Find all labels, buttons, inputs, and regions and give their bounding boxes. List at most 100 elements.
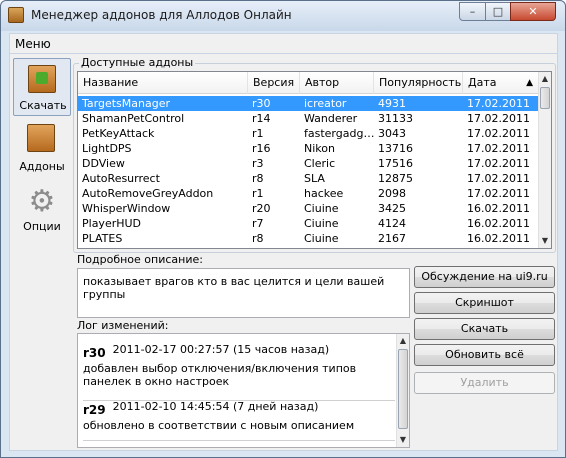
cell-name: TargetsManager <box>82 97 170 110</box>
cell-author: SLA <box>304 172 325 185</box>
cell-version: r14 <box>252 112 271 125</box>
cell-author: Ciuine <box>304 202 339 215</box>
nav-addons[interactable]: Аддоны <box>13 118 71 176</box>
cell-author: Wanderer <box>304 112 358 125</box>
cell-name: WhisperWindow <box>82 202 171 215</box>
table-body: TargetsManager r30 icreator 4931 17.02.2011 S… <box>78 94 539 248</box>
cell-popularity: 2167 <box>378 232 406 245</box>
changelog-text: добавлен выбор отключения/включения типо… <box>83 362 357 388</box>
cell-date: 16.02.2011 <box>467 202 530 215</box>
update-all-button[interactable]: Обновить всё <box>414 344 555 366</box>
delete-button[interactable]: Удалить <box>414 372 555 394</box>
column-header-popularity[interactable]: Популярность <box>374 72 463 94</box>
cell-name: AutoResurrect <box>82 172 160 185</box>
maximize-button[interactable]: □ <box>485 2 511 21</box>
scroll-thumb[interactable] <box>540 87 550 109</box>
changelog-text: обновлено в соответствии с новым описани… <box>83 419 355 432</box>
cell-version: r20 <box>252 202 271 215</box>
cell-version: r8 <box>252 172 264 185</box>
description-text-box[interactable]: показывает врагов кто в вас целится и це… <box>77 268 410 318</box>
close-button[interactable]: ✕ <box>510 2 556 21</box>
nav-options[interactable]: ⚙ Опции <box>13 180 71 238</box>
table-row[interactable]: PetKeyAttack r1 fastergadg… 3043 17.02.2011 <box>78 126 539 141</box>
changelog-entry: r29 2011-02-10 14:45:54 (7 дней назад) о… <box>83 400 395 432</box>
table-row[interactable]: WhisperWindow r20 Ciuine 3425 16.02.2011 <box>78 201 539 216</box>
cell-popularity: 31133 <box>378 112 413 125</box>
scroll-up-icon[interactable]: ▲ <box>539 72 551 86</box>
cell-author: Ciuine <box>304 232 339 245</box>
cell-version: r8 <box>252 232 264 245</box>
scroll-thumb[interactable] <box>398 349 408 429</box>
gear-icon: ⚙ <box>28 184 56 219</box>
table-scrollbar[interactable]: ▲ ▼ <box>538 72 551 248</box>
cell-name: AutoRemoveGreyAddon <box>82 187 214 200</box>
column-header-version[interactable]: Версия <box>248 72 300 94</box>
cell-date: 17.02.2011 <box>467 157 530 170</box>
main-window: Менеджер аддонов для Аллодов Онлайн – □ … <box>0 0 566 458</box>
cell-name: PetKeyAttack <box>82 127 155 140</box>
cell-author: hackee <box>304 187 344 200</box>
cell-name: DDView <box>82 157 125 170</box>
nav-download-label: Скачать <box>19 99 67 112</box>
table-row[interactable]: PLATES r8 Ciuine 2167 16.02.2011 <box>78 231 539 246</box>
nav-download[interactable]: Скачать <box>13 58 71 116</box>
cell-date: 17.02.2011 <box>467 142 530 155</box>
cell-name: PLATES <box>82 232 123 245</box>
nav-options-label: Опции <box>23 220 61 233</box>
available-addons-title: Доступные аддоны <box>79 56 196 69</box>
cell-version: r1 <box>252 187 264 200</box>
scroll-down-icon[interactable]: ▼ <box>397 433 409 447</box>
screenshot-button[interactable]: Скриншот <box>414 292 555 314</box>
column-header-date-label: Дата <box>468 76 497 89</box>
minimize-button[interactable]: – <box>459 2 486 21</box>
nav-addons-label: Аддоны <box>19 160 65 173</box>
changelog-title: Лог изменений: <box>75 319 171 332</box>
table-row[interactable]: ShamanPetControl r14 Wanderer 31133 17.02.20… <box>78 111 539 126</box>
menu-bar: Меню <box>9 33 558 53</box>
cell-name: PlayerHUD <box>82 217 142 230</box>
cell-version: r30 <box>252 97 271 110</box>
table-row[interactable]: DDView r3 Cleric 17516 17.02.2011 <box>78 156 539 171</box>
table-row[interactable]: AutoResurrect r8 SLA 12875 17.02.2011 <box>78 171 539 186</box>
cell-date: 17.02.2011 <box>467 172 530 185</box>
window-title: Менеджер аддонов для Аллодов Онлайн <box>31 8 292 22</box>
cell-version: r16 <box>252 142 271 155</box>
changelog-version: r30 <box>83 346 106 360</box>
changelog-scrollbar[interactable]: ▲ ▼ <box>396 334 409 447</box>
changelog-date: 2011-02-17 00:27:57 (15 часов назад) <box>112 343 330 356</box>
addons-table[interactable]: Название Версия Автор Популярность Дата … <box>77 71 552 249</box>
title-bar[interactable]: Менеджер аддонов для Аллодов Онлайн – □ … <box>1 1 565 31</box>
scroll-down-icon[interactable]: ▼ <box>539 234 551 248</box>
cell-popularity: 17516 <box>378 157 413 170</box>
table-row[interactable]: PlayerHUD r7 Ciuine 4124 16.02.2011 <box>78 216 539 231</box>
changelog-entry: r30 2011-02-17 00:27:57 (15 часов назад)… <box>83 343 395 388</box>
cell-popularity: 4931 <box>378 97 406 110</box>
column-header-date[interactable]: Дата ▲ <box>463 72 539 94</box>
cell-author: Ciuine <box>304 217 339 230</box>
addons-box-icon <box>27 124 55 152</box>
client-area: Скачать Аддоны ⚙ Опции Доступные аддоны … <box>9 53 558 451</box>
cell-author: Nikon <box>304 142 335 155</box>
column-header-name[interactable]: Название <box>78 72 248 94</box>
changelog-box[interactable]: r30 2011-02-17 00:27:57 (15 часов назад)… <box>77 333 410 448</box>
table-header: Название Версия Автор Популярность Дата … <box>78 72 539 94</box>
column-header-author[interactable]: Автор <box>300 72 374 94</box>
changelog-separator <box>83 440 395 441</box>
cell-name: LightDPS <box>82 142 132 155</box>
app-icon <box>8 7 24 23</box>
cell-author: fastergadg… <box>304 127 374 140</box>
menu-main[interactable]: Меню <box>15 37 51 51</box>
discuss-button[interactable]: Обсуждение на ui9.ru <box>414 266 555 288</box>
cell-date: 17.02.2011 <box>467 127 530 140</box>
cell-popularity: 12875 <box>378 172 413 185</box>
table-row[interactable]: LightDPS r16 Nikon 13716 17.02.2011 <box>78 141 539 156</box>
cell-popularity: 13716 <box>378 142 413 155</box>
download-box-icon <box>28 65 56 93</box>
scroll-up-icon[interactable]: ▲ <box>397 334 409 348</box>
table-row[interactable]: TargetsManager r30 icreator 4931 17.02.2011 <box>78 96 539 111</box>
table-row-partial <box>78 246 539 248</box>
download-button[interactable]: Скачать <box>414 318 555 340</box>
cell-date: 17.02.2011 <box>467 187 530 200</box>
cell-name: ShamanPetControl <box>82 112 185 125</box>
table-row[interactable]: AutoRemoveGreyAddon r1 hackee 2098 17.02.201… <box>78 186 539 201</box>
